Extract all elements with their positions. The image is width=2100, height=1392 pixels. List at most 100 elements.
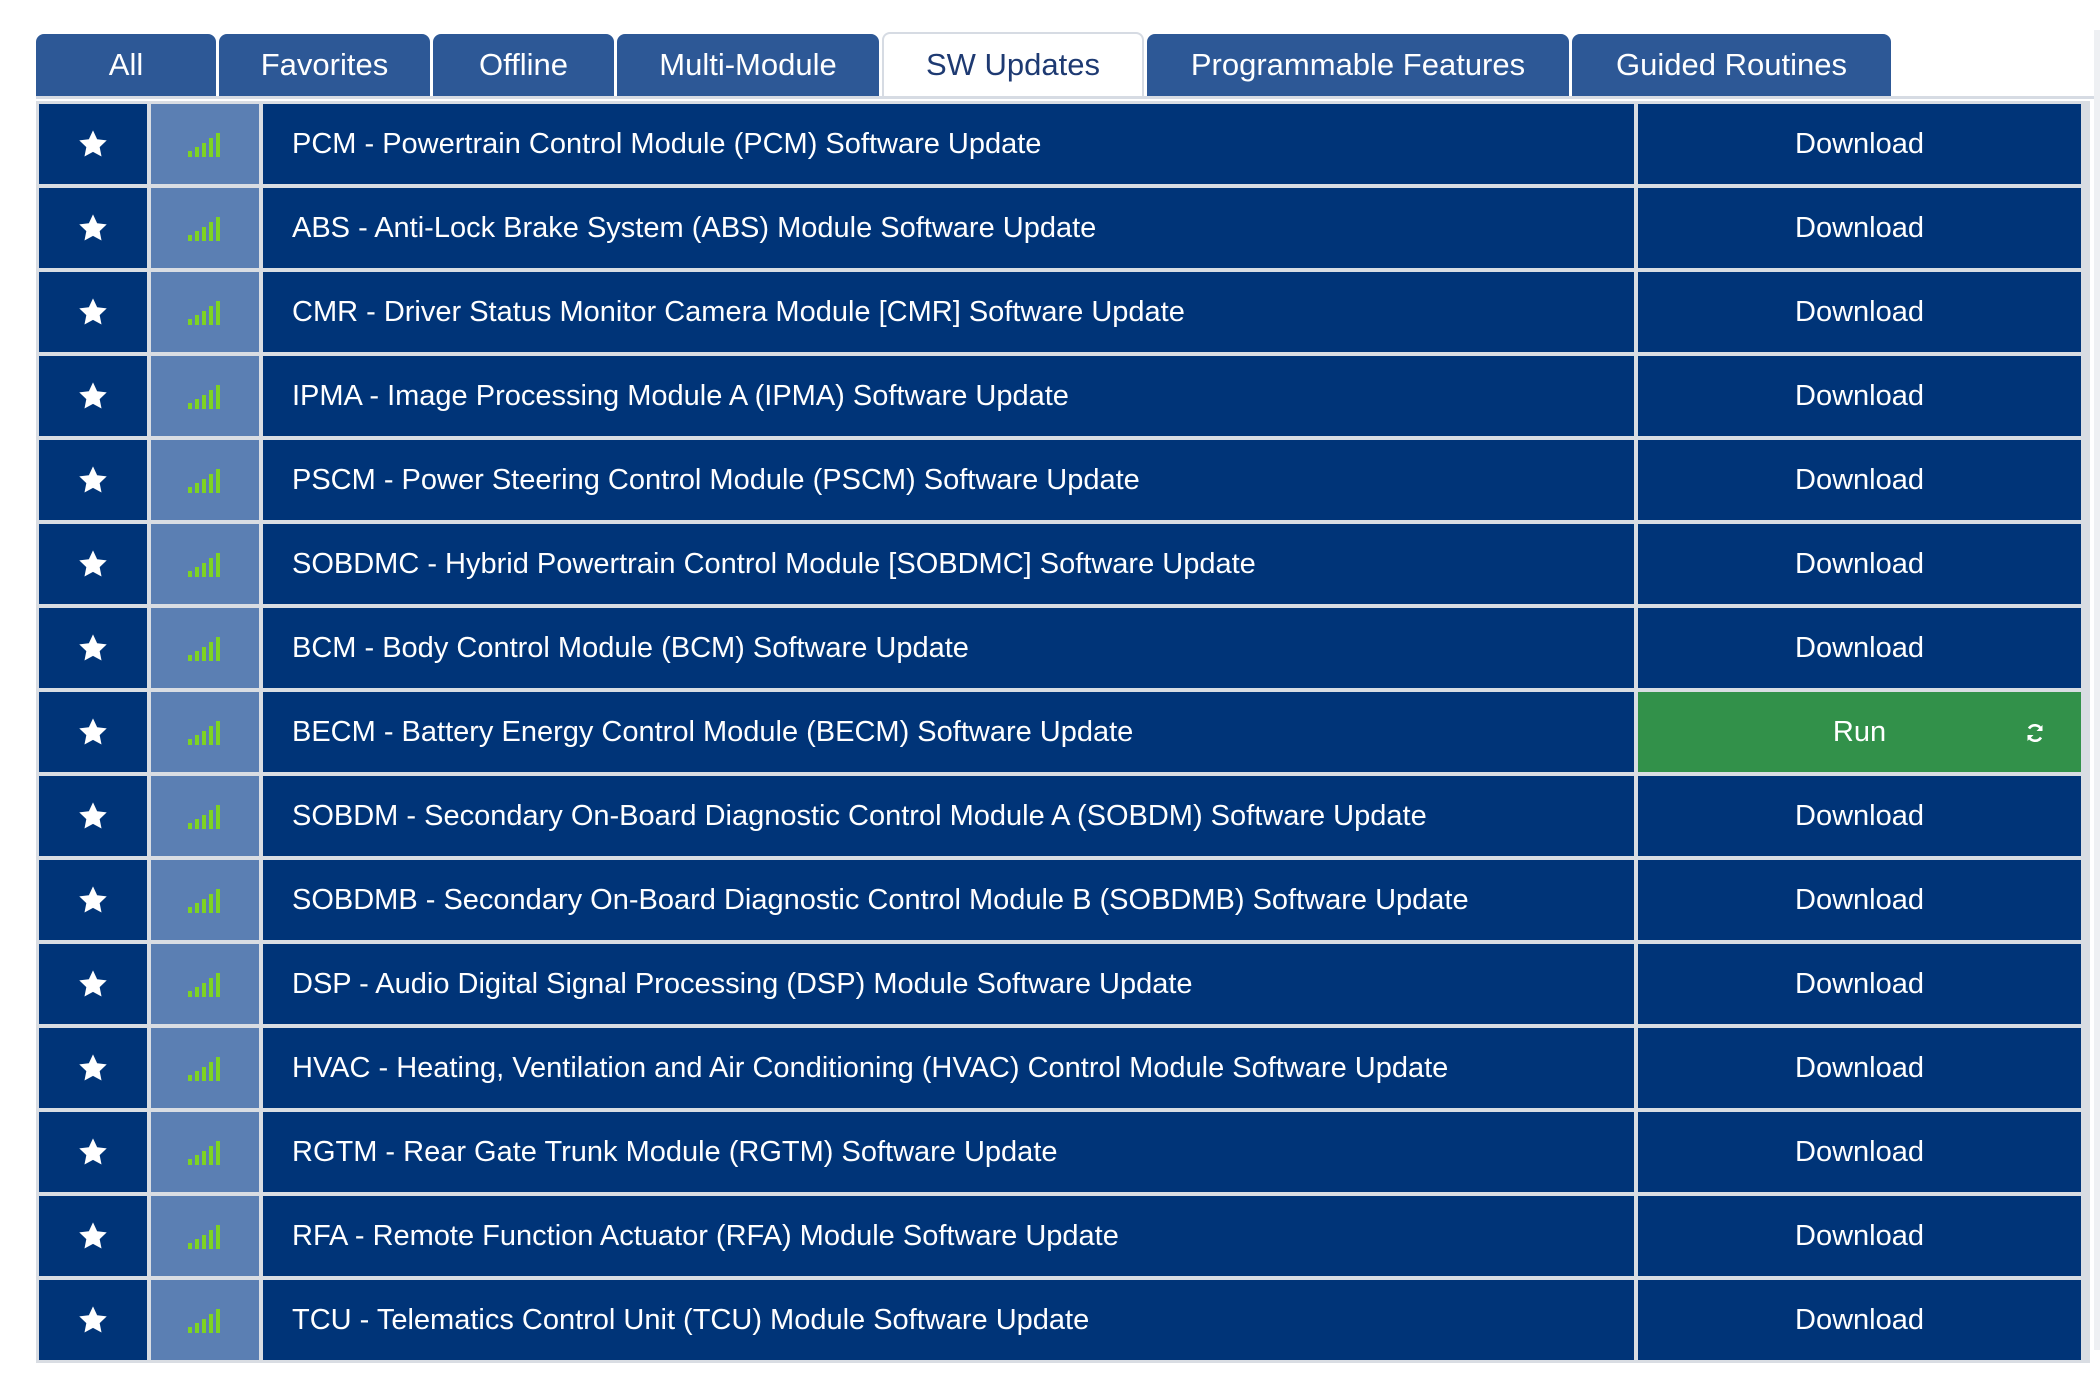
star-icon[interactable] (77, 1220, 109, 1252)
download-button[interactable]: Download (1638, 1112, 2081, 1192)
table-row[interactable]: HVAC - Heating, Ventilation and Air Cond… (36, 1028, 2090, 1108)
signal-bars-icon (188, 467, 222, 493)
download-button[interactable]: Download (1638, 1028, 2081, 1108)
download-button[interactable]: Download (1638, 356, 2081, 436)
connection-cell (151, 608, 259, 688)
favorite-cell[interactable] (39, 1028, 147, 1108)
table-row[interactable]: SOBDM - Secondary On-Board Diagnostic Co… (36, 776, 2090, 856)
favorite-cell[interactable] (39, 1196, 147, 1276)
favorite-cell[interactable] (39, 692, 147, 772)
scrollbar[interactable] (2094, 30, 2100, 1350)
tab-multi-module[interactable]: Multi-Module (617, 34, 879, 96)
routine-name[interactable]: BECM - Battery Energy Control Module (BE… (263, 692, 1634, 772)
run-button-label: Run (1832, 715, 1887, 748)
signal-bars-icon (188, 299, 222, 325)
routine-name[interactable]: DSP - Audio Digital Signal Processing (D… (263, 944, 1634, 1024)
routine-name[interactable]: RFA - Remote Function Actuator (RFA) Mod… (263, 1196, 1634, 1276)
page: All Favorites Offline Multi-Module SW Up… (0, 0, 2100, 1392)
star-icon[interactable] (77, 464, 109, 496)
table-row[interactable]: TCU - Telematics Control Unit (TCU) Modu… (36, 1280, 2090, 1360)
routine-name[interactable]: PSCM - Power Steering Control Module (PS… (263, 440, 1634, 520)
table-row[interactable]: BCM - Body Control Module (BCM) Software… (36, 608, 2090, 688)
routine-name[interactable]: HVAC - Heating, Ventilation and Air Cond… (263, 1028, 1634, 1108)
table-row[interactable]: PSCM - Power Steering Control Module (PS… (36, 440, 2090, 520)
routine-name[interactable]: SOBDM - Secondary On-Board Diagnostic Co… (263, 776, 1634, 856)
download-button-label: Download (1795, 1135, 1924, 1168)
connection-cell (151, 104, 259, 184)
table-row[interactable]: IPMA - Image Processing Module A (IPMA) … (36, 356, 2090, 436)
download-button[interactable]: Download (1638, 776, 2081, 856)
table-row[interactable]: PCM - Powertrain Control Module (PCM) So… (36, 104, 2090, 184)
favorite-cell[interactable] (39, 524, 147, 604)
table-row[interactable]: BECM - Battery Energy Control Module (BE… (36, 692, 2090, 772)
download-button[interactable]: Download (1638, 1280, 2081, 1360)
routine-name[interactable]: SOBDMB - Secondary On-Board Diagnostic C… (263, 860, 1634, 940)
table-row[interactable]: RGTM - Rear Gate Trunk Module (RGTM) Sof… (36, 1112, 2090, 1192)
download-button[interactable]: Download (1638, 860, 2081, 940)
refresh-icon[interactable] (2023, 720, 2047, 744)
download-button[interactable]: Download (1638, 608, 2081, 688)
star-icon[interactable] (77, 296, 109, 328)
signal-bars-icon (188, 1223, 222, 1249)
favorite-cell[interactable] (39, 1280, 147, 1360)
favorite-cell[interactable] (39, 1112, 147, 1192)
routine-name[interactable]: PCM - Powertrain Control Module (PCM) So… (263, 104, 1634, 184)
star-icon[interactable] (77, 632, 109, 664)
run-button[interactable]: Run (1638, 692, 2081, 772)
tab-sw-updates[interactable]: SW Updates (882, 32, 1144, 96)
download-button-label: Download (1795, 379, 1924, 412)
routine-name[interactable]: IPMA - Image Processing Module A (IPMA) … (263, 356, 1634, 436)
download-button[interactable]: Download (1638, 944, 2081, 1024)
routine-name[interactable]: TCU - Telematics Control Unit (TCU) Modu… (263, 1280, 1634, 1360)
table-row[interactable]: DSP - Audio Digital Signal Processing (D… (36, 944, 2090, 1024)
signal-bars-icon (188, 1139, 222, 1165)
favorite-cell[interactable] (39, 272, 147, 352)
star-icon[interactable] (77, 1052, 109, 1084)
star-icon[interactable] (77, 548, 109, 580)
download-button[interactable]: Download (1638, 188, 2081, 268)
signal-bars-icon (188, 551, 222, 577)
favorite-cell[interactable] (39, 776, 147, 856)
table-row[interactable]: SOBDMC - Hybrid Powertrain Control Modul… (36, 524, 2090, 604)
star-icon[interactable] (77, 380, 109, 412)
download-button-label: Download (1795, 547, 1924, 580)
favorite-cell[interactable] (39, 944, 147, 1024)
download-button-label: Download (1795, 883, 1924, 916)
star-icon[interactable] (77, 128, 109, 160)
download-button[interactable]: Download (1638, 104, 2081, 184)
star-icon[interactable] (77, 1136, 109, 1168)
routine-name[interactable]: SOBDMC - Hybrid Powertrain Control Modul… (263, 524, 1634, 604)
favorite-cell[interactable] (39, 860, 147, 940)
star-icon[interactable] (77, 1304, 109, 1336)
routine-name[interactable]: CMR - Driver Status Monitor Camera Modul… (263, 272, 1634, 352)
routine-name[interactable]: BCM - Body Control Module (BCM) Software… (263, 608, 1634, 688)
star-icon[interactable] (77, 884, 109, 916)
favorite-cell[interactable] (39, 188, 147, 268)
favorite-cell[interactable] (39, 104, 147, 184)
tab-offline[interactable]: Offline (433, 34, 614, 96)
tab-all[interactable]: All (36, 34, 216, 96)
table-row[interactable]: SOBDMB - Secondary On-Board Diagnostic C… (36, 860, 2090, 940)
routine-name[interactable]: ABS - Anti-Lock Brake System (ABS) Modul… (263, 188, 1634, 268)
connection-cell (151, 692, 259, 772)
routine-name[interactable]: RGTM - Rear Gate Trunk Module (RGTM) Sof… (263, 1112, 1634, 1192)
download-button[interactable]: Download (1638, 440, 2081, 520)
table-row[interactable]: CMR - Driver Status Monitor Camera Modul… (36, 272, 2090, 352)
star-icon[interactable] (77, 716, 109, 748)
star-icon[interactable] (77, 800, 109, 832)
download-button[interactable]: Download (1638, 1196, 2081, 1276)
favorite-cell[interactable] (39, 356, 147, 436)
favorite-cell[interactable] (39, 608, 147, 688)
download-button-label: Download (1795, 295, 1924, 328)
star-icon[interactable] (77, 968, 109, 1000)
table-row[interactable]: ABS - Anti-Lock Brake System (ABS) Modul… (36, 188, 2090, 268)
tab-guided-routines[interactable]: Guided Routines (1572, 34, 1891, 96)
download-button[interactable]: Download (1638, 524, 2081, 604)
star-icon[interactable] (77, 212, 109, 244)
table-row[interactable]: RFA - Remote Function Actuator (RFA) Mod… (36, 1196, 2090, 1276)
favorite-cell[interactable] (39, 440, 147, 520)
tab-favorites[interactable]: Favorites (219, 34, 430, 96)
tab-programmable-features[interactable]: Programmable Features (1147, 34, 1569, 96)
signal-bars-icon (188, 131, 222, 157)
download-button[interactable]: Download (1638, 272, 2081, 352)
